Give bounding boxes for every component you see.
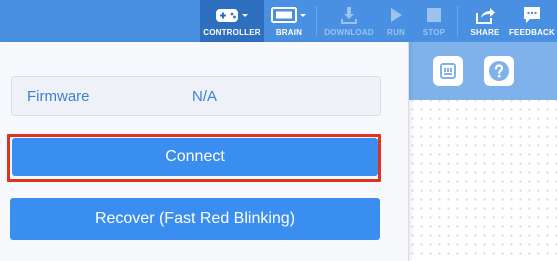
toolbar-divider (316, 6, 317, 36)
feedback-button[interactable]: FEEDBACK (508, 0, 556, 42)
recover-button[interactable]: Recover (Fast Red Blinking) (10, 198, 380, 240)
help-icon (489, 61, 509, 81)
toolbar-divider (457, 6, 458, 36)
help-button[interactable] (484, 56, 514, 86)
brain-label: BRAIN (275, 28, 303, 37)
brain-button[interactable]: BRAIN (266, 0, 312, 42)
device-port-button[interactable] (433, 56, 463, 86)
share-label: SHARE (470, 28, 500, 37)
workspace-header (408, 42, 557, 100)
stop-icon (427, 8, 441, 22)
top-toolbar: CONTROLLER BRAIN DOWNLOAD RUN STOP SHARE… (0, 0, 557, 42)
firmware-value: N/A (192, 88, 218, 105)
chat-bubble-icon (524, 7, 540, 23)
controller-label: CONTROLLER (203, 28, 261, 37)
firmware-label: Firmware (27, 88, 90, 105)
share-button[interactable]: SHARE (466, 0, 504, 42)
share-icon (476, 8, 495, 24)
device-panel: Firmware N/A Connect Recover (Fast Red B… (0, 42, 409, 261)
download-button[interactable]: DOWNLOAD (322, 0, 376, 42)
download-label: DOWNLOAD (324, 28, 374, 37)
gamepad-icon (216, 9, 248, 22)
feedback-label: FEEDBACK (508, 28, 556, 37)
run-button[interactable]: RUN (381, 0, 411, 42)
firmware-info-row: Firmware N/A (11, 76, 381, 116)
brain-device-icon (271, 7, 306, 23)
chevron-down-icon (242, 14, 248, 17)
stop-button[interactable]: STOP (419, 0, 449, 42)
chevron-down-icon (300, 14, 306, 17)
connect-button[interactable]: Connect (12, 138, 378, 176)
device-port-icon (440, 63, 456, 79)
download-icon (341, 7, 357, 24)
play-icon (391, 8, 402, 22)
controller-button[interactable]: CONTROLLER (200, 0, 264, 42)
run-label: RUN (387, 28, 405, 37)
stop-label: STOP (422, 28, 446, 37)
